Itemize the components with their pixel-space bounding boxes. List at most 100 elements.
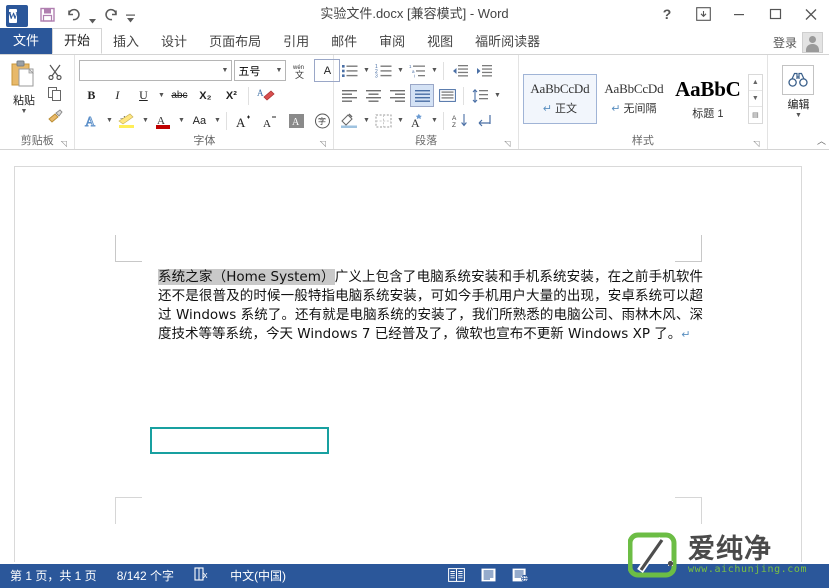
bold-button[interactable]: B	[79, 85, 103, 106]
tab-insert[interactable]: 插入	[102, 29, 150, 54]
justify-icon[interactable]	[410, 84, 434, 107]
language-indicator[interactable]: 中文(中国)	[220, 567, 296, 584]
document-body[interactable]: 系统之家（Home System）广义上包含了电脑系统安装和手机系统安装，在之前…	[158, 268, 703, 344]
line-spacing-icon[interactable]	[469, 85, 491, 106]
font-name-combo[interactable]: ▼	[79, 60, 232, 81]
ribbon-display-options-icon[interactable]	[685, 0, 721, 28]
editing-button[interactable]: 编辑 ▼	[775, 65, 821, 119]
sign-in-link[interactable]: 登录	[773, 34, 797, 51]
help-icon[interactable]: ?	[649, 0, 685, 28]
font-size-caret[interactable]: ▼	[275, 67, 282, 74]
tab-view[interactable]: 视图	[416, 29, 464, 54]
align-center-icon[interactable]	[362, 85, 384, 106]
font-size-combo[interactable]: 五号 ▼	[234, 60, 286, 81]
shading-caret[interactable]: ▼	[362, 117, 370, 124]
paste-button[interactable]: 粘贴 ▼	[4, 59, 44, 126]
text-effect-caret[interactable]: ▼	[430, 117, 438, 124]
superscript-button[interactable]: X²	[219, 85, 243, 106]
font-color-icon[interactable]: A	[151, 110, 175, 131]
maximize-icon[interactable]	[757, 0, 793, 28]
clear-formatting-icon[interactable]: A	[254, 85, 278, 106]
tab-mailings[interactable]: 邮件	[320, 29, 368, 54]
font-name-caret[interactable]: ▼	[221, 67, 228, 74]
style-sample-normal: AaBbCcDd	[530, 81, 589, 97]
word-count[interactable]: 8/142 个字	[107, 567, 184, 584]
bullets-caret[interactable]: ▼	[362, 67, 370, 74]
enclose-character-icon[interactable]: 字	[310, 110, 334, 131]
paste-label: 粘贴	[13, 92, 35, 108]
clipboard-dialog-launcher[interactable]: ◹	[59, 139, 68, 148]
cut-icon[interactable]	[44, 62, 66, 82]
tab-references[interactable]: 引用	[272, 29, 320, 54]
body-paragraph[interactable]: 系统之家（Home System）广义上包含了电脑系统安装和手机系统安装，在之前…	[158, 268, 703, 344]
multilevel-caret[interactable]: ▼	[430, 67, 438, 74]
minimize-icon[interactable]	[721, 0, 757, 28]
style-gallery-more[interactable]: ▤	[749, 107, 762, 122]
change-case-button[interactable]: Aa	[187, 110, 211, 131]
document-page[interactable]	[14, 166, 802, 563]
grow-font-icon[interactable]: A	[232, 110, 256, 131]
selected-text[interactable]: 系统之家（Home System）	[158, 269, 335, 285]
paragraph-dialog-launcher[interactable]: ◹	[503, 139, 512, 148]
align-right-icon[interactable]	[386, 85, 408, 106]
align-left-icon[interactable]	[338, 85, 360, 106]
line-spacing-caret[interactable]: ▼	[493, 92, 501, 99]
style-scroll-down[interactable]: ▼	[749, 91, 762, 107]
style-item-heading1[interactable]: AaBbC 标题 1	[671, 74, 745, 124]
sort-icon[interactable]: AZ	[449, 110, 471, 131]
underline-button[interactable]: U	[131, 85, 155, 106]
borders-caret[interactable]: ▼	[396, 117, 404, 124]
font-size-value: 五号	[238, 63, 260, 79]
subscript-button[interactable]: X₂	[193, 85, 217, 106]
tab-page-layout[interactable]: 页面布局	[198, 29, 272, 54]
styles-dialog-launcher[interactable]: ◹	[752, 139, 761, 148]
avatar[interactable]	[802, 32, 823, 53]
show-formatting-marks-icon[interactable]	[473, 110, 495, 131]
phonetic-guide-icon[interactable]: wén文	[288, 60, 312, 81]
editing-dropdown-caret[interactable]: ▼	[795, 113, 802, 119]
shading-icon[interactable]	[338, 110, 360, 131]
bullets-icon[interactable]	[338, 60, 360, 81]
style-item-no-spacing[interactable]: AaBbCcDd ↵ 无间隔	[597, 74, 671, 124]
highlight-color-icon[interactable]: ab	[115, 110, 139, 131]
distribute-icon[interactable]	[436, 85, 458, 106]
italic-button[interactable]: I	[105, 85, 129, 106]
underline-caret[interactable]: ▼	[157, 92, 165, 99]
read-mode-view-icon[interactable]	[447, 566, 465, 584]
text-effects-caret[interactable]: ▼	[105, 117, 113, 124]
page-indicator[interactable]: 第 1 页，共 1 页	[0, 567, 107, 584]
tab-home[interactable]: 开始	[52, 28, 102, 54]
ribbon-tabs: 文件 开始 插入 设计 页面布局 引用 邮件 审阅 视图 福昕阅读器 登录	[0, 28, 829, 54]
change-case-caret[interactable]: ▼	[213, 117, 221, 124]
font-color-caret[interactable]: ▼	[177, 117, 185, 124]
text-effects-icon[interactable]: A	[79, 110, 103, 131]
chevron-up-icon[interactable]: ︿	[817, 134, 826, 147]
font-row-separator	[248, 87, 249, 105]
tab-file[interactable]: 文件	[0, 28, 52, 54]
borders-icon[interactable]	[372, 110, 394, 131]
strikethrough-button[interactable]: abc	[167, 85, 191, 106]
style-item-normal[interactable]: AaBbCcDd ↵ 正文	[523, 74, 597, 124]
shrink-font-icon[interactable]: A	[258, 110, 282, 131]
style-name-normal: ↵ 正文	[543, 100, 577, 116]
text-effect-para-icon[interactable]: A	[406, 110, 428, 131]
close-icon[interactable]	[793, 0, 829, 28]
web-layout-view-icon[interactable]	[511, 566, 529, 584]
font-dialog-launcher[interactable]: ◹	[318, 139, 327, 148]
print-layout-view-icon[interactable]	[479, 566, 497, 584]
multilevel-list-icon[interactable]: 1ai	[406, 60, 428, 81]
increase-indent-icon[interactable]	[473, 60, 495, 81]
proofing-errors-icon[interactable]: x	[184, 567, 220, 584]
style-scroll-up[interactable]: ▲	[749, 75, 762, 91]
tab-review[interactable]: 审阅	[368, 29, 416, 54]
copy-icon[interactable]	[44, 84, 66, 104]
numbering-caret[interactable]: ▼	[396, 67, 404, 74]
decrease-indent-icon[interactable]	[449, 60, 471, 81]
numbering-icon[interactable]: 123	[372, 60, 394, 81]
character-shading-icon[interactable]: A	[284, 110, 308, 131]
highlight-caret[interactable]: ▼	[141, 117, 149, 124]
tab-foxit-reader[interactable]: 福昕阅读器	[464, 29, 551, 54]
format-painter-icon[interactable]	[44, 106, 66, 126]
tab-design[interactable]: 设计	[150, 29, 198, 54]
paste-dropdown-caret[interactable]: ▼	[21, 109, 28, 115]
